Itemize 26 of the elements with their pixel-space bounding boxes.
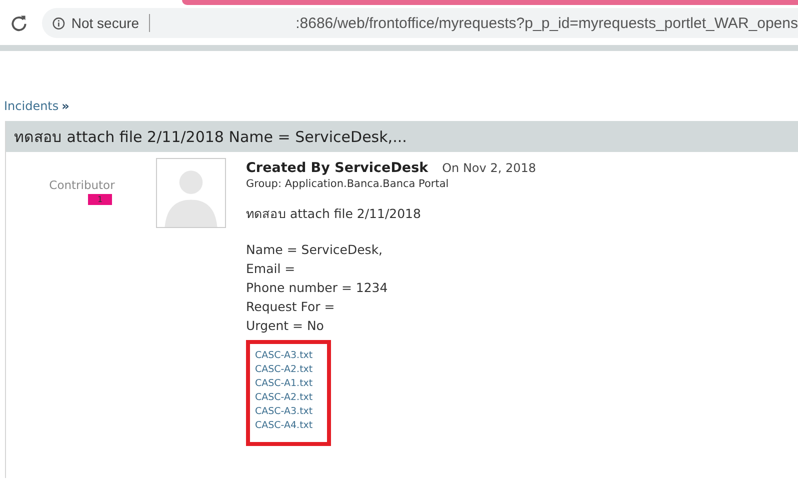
url-text: :8686/web/frontoffice/myrequests?p_p_id=myrequests_portlet_WAR_opens (296, 14, 798, 32)
attachment-link[interactable]: CASC-A3.txt (255, 349, 321, 363)
attachment-link[interactable]: CASC-A4.txt (255, 419, 321, 433)
info-icon[interactable] (52, 14, 66, 32)
panel-title: ทดสอบ attach file 2/11/2018 Name = ServiceDesk,... (14, 126, 407, 148)
field-line: Urgent = No (246, 317, 325, 335)
attachment-link[interactable]: CASC-A2.txt (255, 391, 321, 405)
attachment-link[interactable]: CASC-A1.txt (255, 377, 321, 391)
attachment-link[interactable]: CASC-A3.txt (255, 405, 321, 419)
author-name: Created By ServiceDesk (246, 160, 428, 176)
field-line: Request For = (246, 298, 336, 316)
address-bar[interactable]: Not secure :8686/web/frontoffice/myrequests?p_p_id=myrequests_portlet_WAR_opens (42, 8, 798, 38)
breadcrumb-link[interactable]: Incidents (4, 99, 59, 113)
post-date: On Nov 2, 2018 (442, 161, 536, 175)
reload-icon[interactable] (10, 14, 28, 32)
breadcrumb-separator: » (62, 99, 70, 113)
attachment-link[interactable]: CASC-A2.txt (255, 363, 321, 377)
count-badge: 1 (88, 194, 112, 205)
group-label: Group: Application.Banca.Banca Portal (246, 178, 450, 190)
field-line: Email = (246, 260, 296, 278)
role-label: Contributor (49, 178, 115, 192)
security-label: Not secure (71, 15, 140, 31)
field-line: Name = ServiceDesk, (246, 241, 384, 259)
message-subject: ทดสอบ attach file 2/11/2018 (246, 205, 422, 223)
avatar-placeholder (156, 158, 226, 228)
field-line: Phone number = 1234 (246, 279, 389, 297)
